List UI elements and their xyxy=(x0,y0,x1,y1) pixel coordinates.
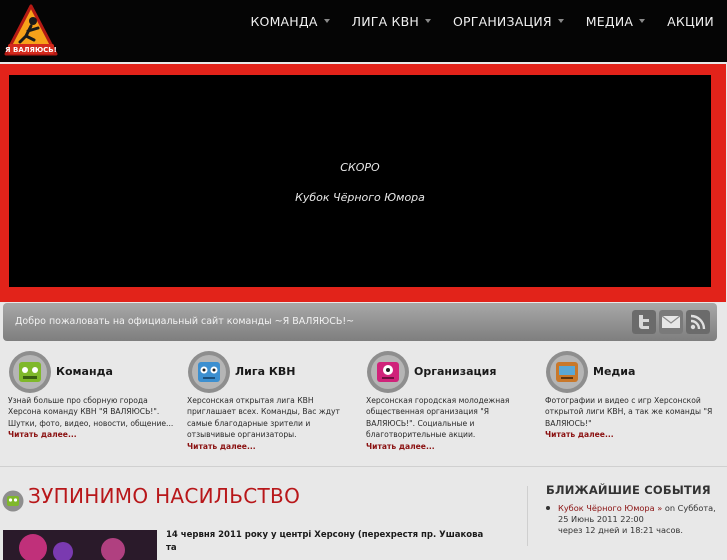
nav-label: КОМАНДА xyxy=(250,13,318,29)
feature-title: Организация xyxy=(414,365,497,378)
welcome-text: Добро пожаловать на официальный сайт ком… xyxy=(15,316,355,327)
feature-title: Лига КВН xyxy=(235,365,296,378)
twitter-icon[interactable] xyxy=(632,310,656,334)
header-bar: Я ВАЛЯЮСЬ! КОМАНДА ЛИГА КВН ОРГАНИЗАЦИЯ … xyxy=(0,0,727,62)
slider-line-1: СКОРО xyxy=(340,161,380,174)
nav-item-media[interactable]: МЕДИА xyxy=(575,14,656,29)
list-item: Кубок Чёрного Юмора » on Суббота, 25 Июн… xyxy=(546,503,726,536)
read-more-link[interactable]: Читать далее... xyxy=(545,429,717,440)
feature-desc: Фотографии и видео с игр Херсонской откр… xyxy=(545,396,713,428)
sidebar-title: БЛИЖАЙШИЕ СОБЫТИЯ xyxy=(546,483,711,497)
read-more-link[interactable]: Читать далее... xyxy=(366,441,538,452)
robot-green-icon xyxy=(9,351,51,393)
nav-label: МЕДИА xyxy=(585,13,634,29)
nav-item-league[interactable]: ЛИГА КВН xyxy=(341,14,442,29)
rss-icon[interactable] xyxy=(686,310,710,334)
nav-label: ОРГАНИЗАЦИЯ xyxy=(452,13,552,29)
robot-orange-icon xyxy=(546,351,588,393)
feature-desc: Херсонская городская молодежная обществе… xyxy=(366,396,510,440)
nav-item-team[interactable]: КОМАНДА xyxy=(239,14,340,29)
read-more-link[interactable]: Читать далее... xyxy=(8,429,180,440)
logo-text: Я ВАЛЯЮСЬ! xyxy=(5,46,57,54)
main-nav: КОМАНДА ЛИГА КВН ОРГАНИЗАЦИЯ МЕДИА АКЦИИ xyxy=(239,0,727,42)
nav-item-organization[interactable]: ОРГАНИЗАЦИЯ xyxy=(442,14,575,29)
feature-title: Медиа xyxy=(593,365,636,378)
event-countdown: через 12 дней и 18:21 часов. xyxy=(558,525,683,535)
feature-title: Команда xyxy=(56,365,113,378)
feature-desc: Узнай больше про сборную города Херсона … xyxy=(8,396,174,428)
article-text: 14 червня 2011 року у центрі Херсону (пе… xyxy=(166,530,484,553)
divider xyxy=(0,466,727,467)
event-link[interactable]: Кубок Чёрного Юмора » xyxy=(558,503,662,513)
feature-desc-block: Узнай больше про сборную города Херсона … xyxy=(8,395,180,441)
article-thumbnail[interactable] xyxy=(3,530,157,560)
feature-desc-block: Херсонская городская молодежная обществе… xyxy=(366,395,538,452)
robot-blue-icon xyxy=(188,351,230,393)
logo[interactable]: Я ВАЛЯЮСЬ! xyxy=(4,4,58,58)
bullet-icon xyxy=(546,506,550,510)
chevron-down-icon xyxy=(639,19,646,23)
welcome-bar: Добро пожаловать на официальный сайт ком… xyxy=(3,303,717,341)
read-more-link[interactable]: Читать далее... xyxy=(187,441,359,452)
chevron-down-icon xyxy=(323,19,330,23)
feature-desc: Херсонская открытая лига КВН приглашает … xyxy=(187,396,340,440)
nav-label: АКЦИИ xyxy=(667,13,714,29)
feature-desc-block: Херсонская открытая лига КВН приглашает … xyxy=(187,395,359,452)
nav-label: ЛИГА КВН xyxy=(351,13,419,29)
email-icon[interactable] xyxy=(659,310,683,334)
robot-green-icon xyxy=(2,490,24,512)
events-list: Кубок Чёрного Юмора » on Суббота, 25 Июн… xyxy=(546,503,726,536)
robot-pink-icon xyxy=(367,351,409,393)
chevron-down-icon xyxy=(557,19,564,23)
section-title: ЗУПИНИМО НАСИЛЬСТВО xyxy=(28,484,301,508)
chevron-down-icon xyxy=(424,19,431,23)
slider-frame: СКОРО Кубок Чёрного Юмора xyxy=(0,64,726,302)
feature-desc-block: Фотографии и видео с игр Херсонской откр… xyxy=(545,395,717,441)
nav-item-actions[interactable]: АКЦИИ xyxy=(656,14,727,29)
sidebar-divider xyxy=(527,486,528,546)
slider-line-2: Кубок Чёрного Юмора xyxy=(295,191,425,204)
slider[interactable]: СКОРО Кубок Чёрного Юмора xyxy=(9,75,711,287)
